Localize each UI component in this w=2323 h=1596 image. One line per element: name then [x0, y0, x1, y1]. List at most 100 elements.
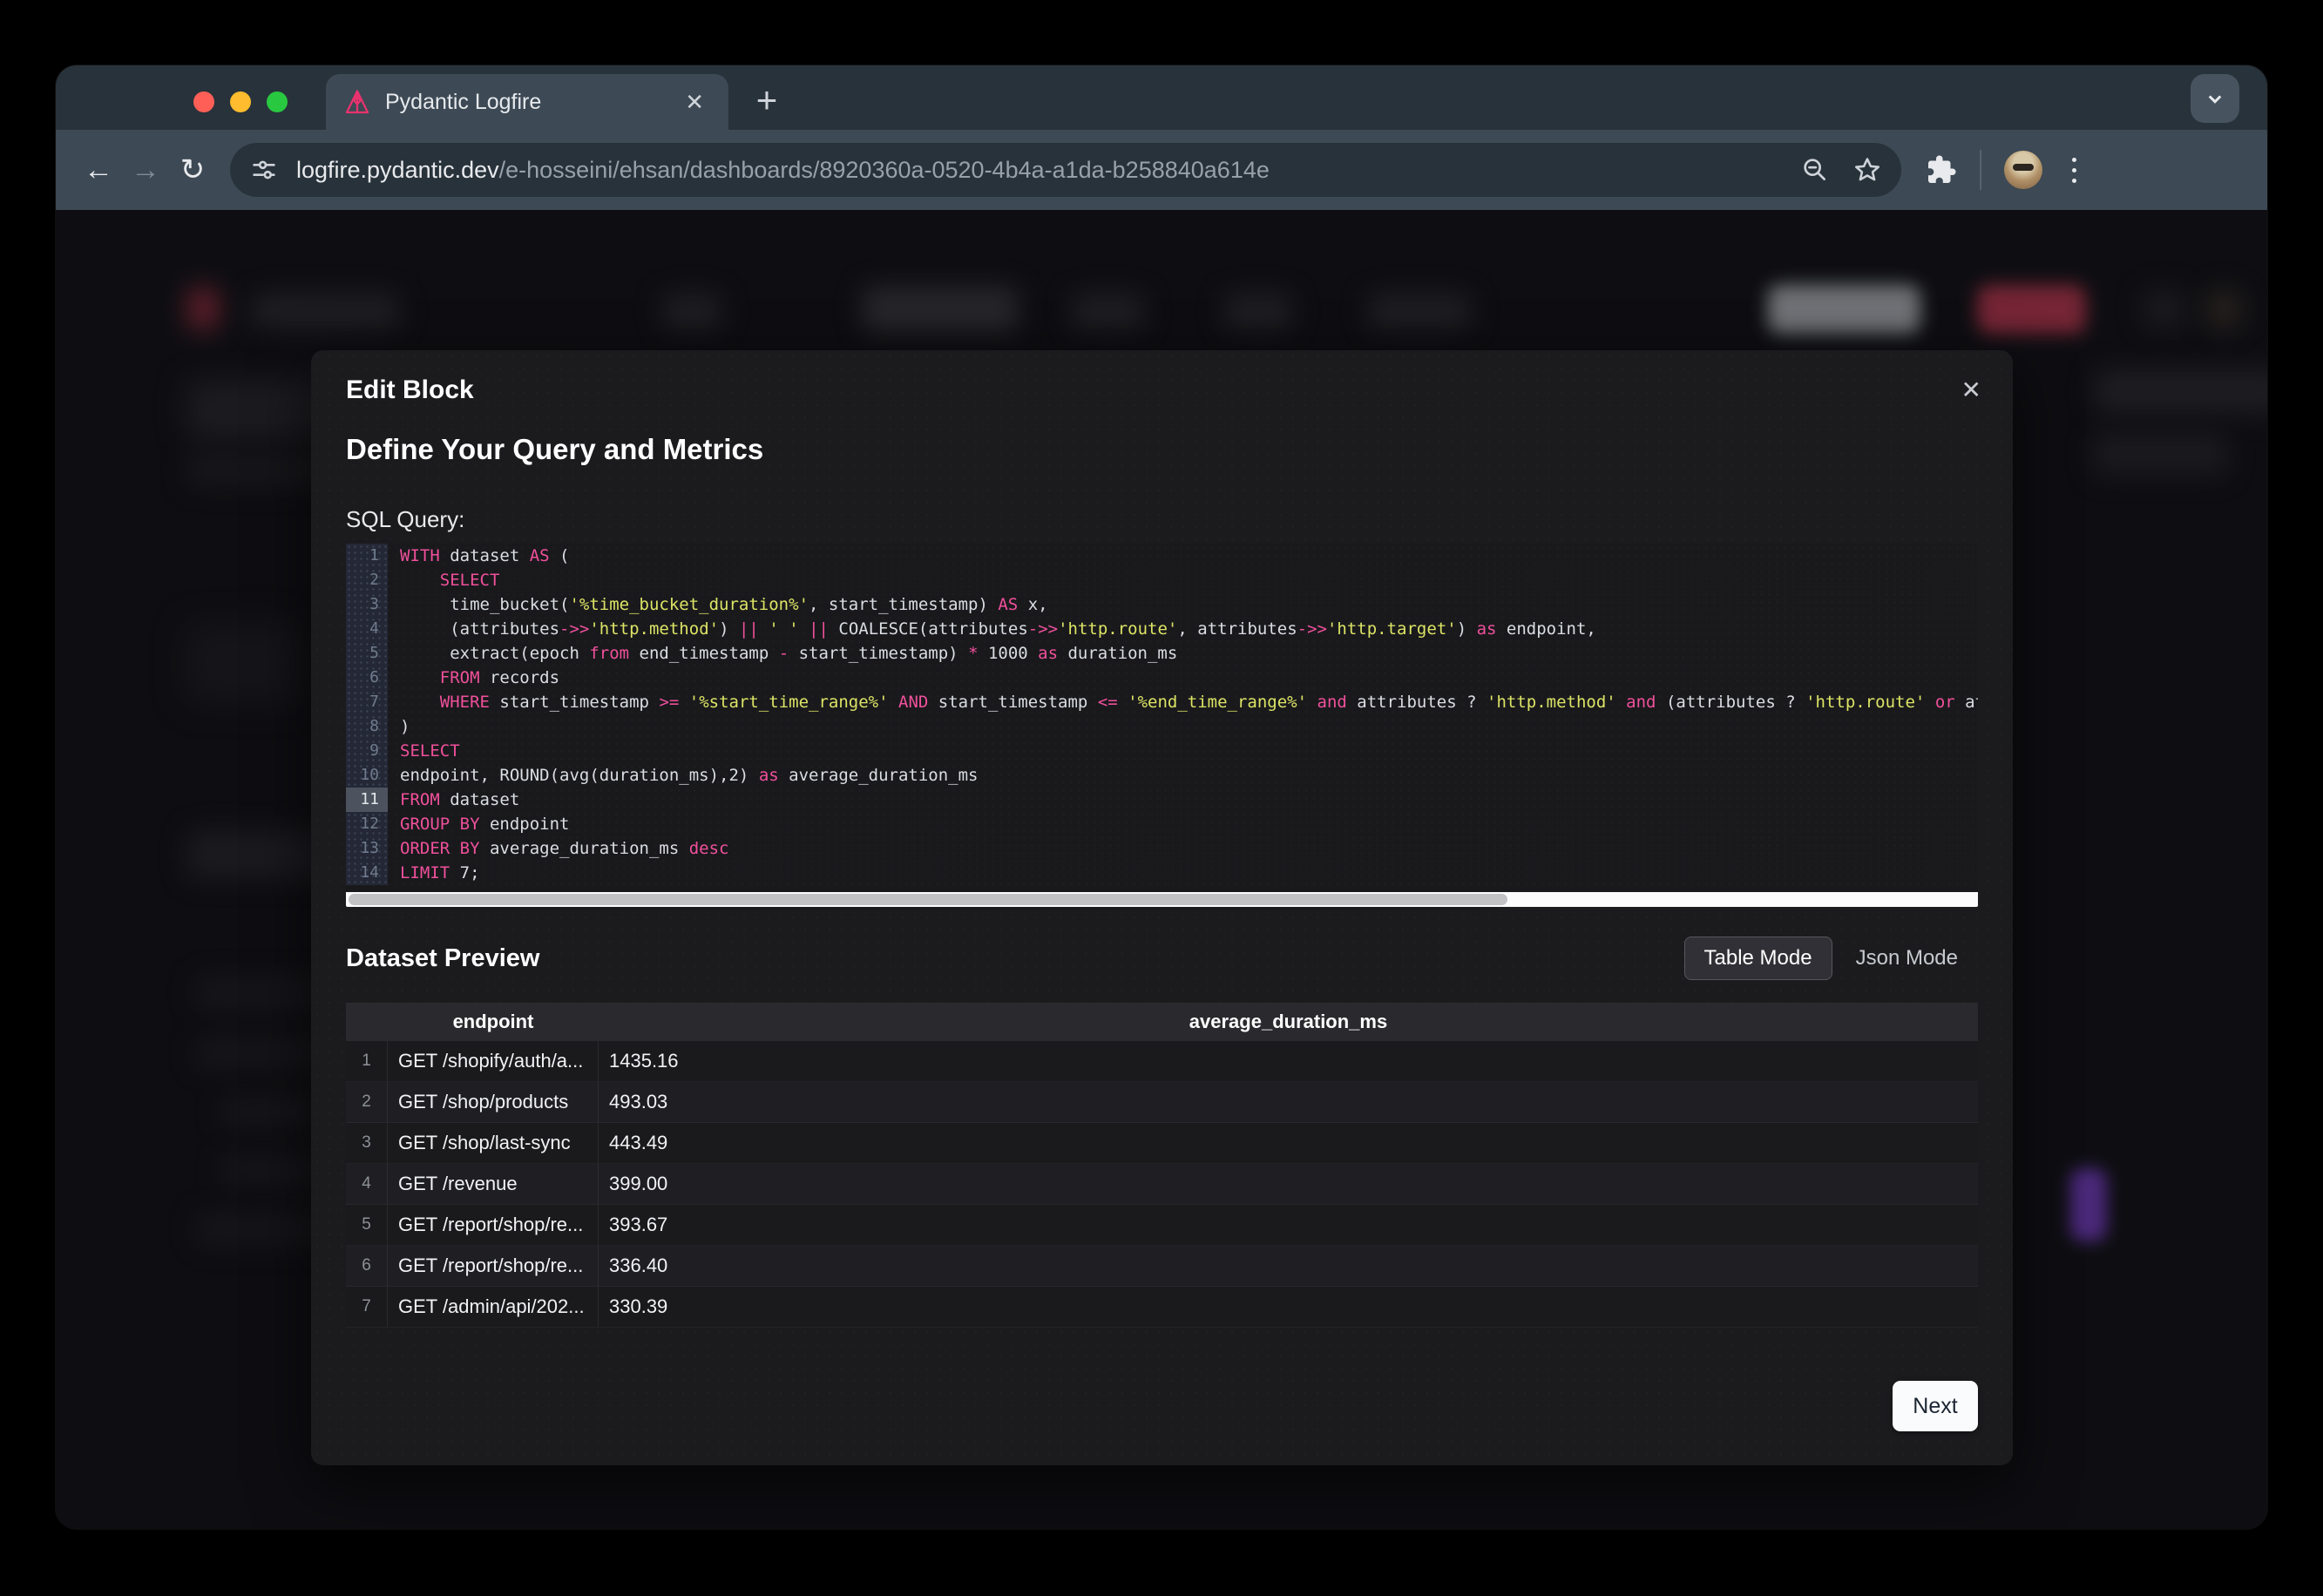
- avg-duration-cell: 1435.16: [599, 1050, 1978, 1072]
- screen: Pydantic Logfire ✕ + ← → ↻ logfire.pydan…: [0, 0, 2323, 1596]
- code-line: 12GROUP BY endpoint: [346, 812, 1978, 836]
- url-path: /e-hosseini/ehsan/dashboards/8920360a-05…: [499, 157, 1270, 183]
- code-line: 9SELECT: [346, 739, 1978, 763]
- line-number: 4: [346, 617, 388, 641]
- endpoint-cell: GET /admin/api/202...: [388, 1287, 599, 1327]
- modal-title: Edit Block: [346, 350, 1978, 406]
- code-text: SELECT: [388, 739, 460, 763]
- code-line: 3 time_bucket('%time_bucket_duration%', …: [346, 592, 1978, 617]
- sql-query-label: SQL Query:: [346, 505, 1978, 533]
- row-number: 7: [346, 1287, 388, 1327]
- extensions-puzzle-icon[interactable]: [1926, 154, 1957, 186]
- tab-close-icon[interactable]: ✕: [678, 87, 711, 118]
- forward-button[interactable]: →: [122, 153, 169, 187]
- code-line: 10endpoint, ROUND(avg(duration_ms),2) as…: [346, 763, 1978, 788]
- line-number: 10: [346, 763, 388, 788]
- dataset-preview-header: Dataset Preview Table Mode Json Mode: [346, 937, 1978, 980]
- sql-editor-lines: 1WITH dataset AS (2 SELECT3 time_bucket(…: [346, 544, 1978, 885]
- browser-tab[interactable]: Pydantic Logfire ✕: [326, 74, 728, 130]
- reload-button[interactable]: ↻: [169, 152, 216, 187]
- next-button[interactable]: Next: [1893, 1381, 1978, 1431]
- table-mode-button[interactable]: Table Mode: [1684, 937, 1832, 980]
- table-row: 3GET /shop/last-sync443.49: [346, 1123, 1978, 1164]
- row-number: 3: [346, 1123, 388, 1163]
- line-number: 9: [346, 739, 388, 763]
- code-line: 8): [346, 714, 1978, 739]
- row-number: 2: [346, 1082, 388, 1122]
- browser-toolbar: ← → ↻ logfire.pydantic.dev/e-hosseini/eh…: [56, 130, 2267, 210]
- avg-duration-cell: 393.67: [599, 1214, 1978, 1236]
- endpoint-cell: GET /shop/last-sync: [388, 1123, 599, 1163]
- tab-search-button[interactable]: [2191, 74, 2239, 123]
- chevron-down-icon: [2202, 85, 2228, 112]
- code-horizontal-scrollbar[interactable]: [346, 892, 1978, 907]
- row-number: 5: [346, 1205, 388, 1245]
- table-row: 2GET /shop/products493.03: [346, 1082, 1978, 1123]
- line-number: 2: [346, 568, 388, 592]
- code-text: FROM records: [388, 666, 559, 690]
- new-tab-button[interactable]: +: [742, 76, 791, 125]
- row-number: 6: [346, 1246, 388, 1286]
- maximize-window-button[interactable]: [267, 91, 288, 112]
- url-text[interactable]: logfire.pydantic.dev/e-hosseini/ehsan/da…: [296, 157, 1800, 184]
- line-number: 12: [346, 812, 388, 836]
- code-text: ORDER BY average_duration_ms desc: [388, 836, 729, 861]
- json-mode-button[interactable]: Json Mode: [1836, 937, 1978, 980]
- code-line: 6 FROM records: [346, 666, 1978, 690]
- avg-duration-cell: 330.39: [599, 1295, 1978, 1318]
- dataset-preview-title: Dataset Preview: [346, 944, 1684, 973]
- table-header-row: endpoint average_duration_ms: [346, 1003, 1978, 1041]
- dataset-preview-table: endpoint average_duration_ms 1GET /shopi…: [346, 1003, 1978, 1328]
- line-number: 11: [346, 788, 388, 812]
- avg-duration-cell: 443.49: [599, 1132, 1978, 1154]
- scrollbar-thumb[interactable]: [349, 894, 1507, 905]
- tab-strip: Pydantic Logfire ✕ +: [56, 65, 2267, 130]
- toolbar-divider: [1980, 150, 1981, 190]
- avg-duration-cell: 493.03: [599, 1091, 1978, 1113]
- code-line: 11FROM dataset: [346, 788, 1978, 812]
- code-text: FROM dataset: [388, 788, 519, 812]
- endpoint-column-header: endpoint: [388, 1011, 599, 1033]
- table-row: 1GET /shopify/auth/a...1435.16: [346, 1041, 1978, 1082]
- zoom-out-icon[interactable]: [1800, 155, 1830, 185]
- row-number: 1: [346, 1041, 388, 1081]
- code-text: SELECT: [388, 568, 499, 592]
- tab-title: Pydantic Logfire: [385, 90, 678, 115]
- window-controls[interactable]: [193, 91, 288, 112]
- address-bar[interactable]: logfire.pydantic.dev/e-hosseini/ehsan/da…: [230, 143, 1901, 197]
- code-line: 5 extract(epoch from end_timestamp - sta…: [346, 641, 1978, 666]
- code-line: 13ORDER BY average_duration_ms desc: [346, 836, 1978, 861]
- browser-window: Pydantic Logfire ✕ + ← → ↻ logfire.pydan…: [56, 65, 2267, 1529]
- minimize-window-button[interactable]: [230, 91, 251, 112]
- code-text: WITH dataset AS (: [388, 544, 570, 568]
- table-body: 1GET /shopify/auth/a...1435.162GET /shop…: [346, 1041, 1978, 1328]
- edit-block-modal: ✕ Edit Block Define Your Query and Metri…: [311, 350, 2013, 1465]
- sql-editor[interactable]: 1WITH dataset AS (2 SELECT3 time_bucket(…: [346, 544, 1978, 892]
- code-text: (attributes->>'http.method') || ' ' || C…: [388, 617, 1596, 641]
- toolbar-right-cluster: [1926, 150, 2083, 190]
- avg-duration-cell: 399.00: [599, 1173, 1978, 1195]
- modal-subtitle: Define Your Query and Metrics: [346, 432, 1978, 467]
- table-row: 7GET /admin/api/202...330.39: [346, 1287, 1978, 1328]
- preview-mode-toggle: Table Mode Json Mode: [1684, 937, 1978, 980]
- endpoint-cell: GET /report/shop/re...: [388, 1205, 599, 1245]
- line-number: 6: [346, 666, 388, 690]
- back-button[interactable]: ←: [75, 153, 122, 187]
- bookmark-star-icon[interactable]: [1852, 155, 1882, 185]
- avg-duration-cell: 336.40: [599, 1254, 1978, 1277]
- line-number: 3: [346, 592, 388, 617]
- line-number: 1: [346, 544, 388, 568]
- modal-close-icon[interactable]: ✕: [1956, 373, 1987, 408]
- profile-avatar[interactable]: [2004, 151, 2042, 189]
- close-window-button[interactable]: [193, 91, 214, 112]
- browser-menu-icon[interactable]: [2065, 154, 2083, 186]
- code-text: ): [388, 714, 410, 739]
- table-row: 6GET /report/shop/re...336.40: [346, 1246, 1978, 1287]
- site-settings-icon[interactable]: [249, 155, 279, 185]
- line-number: 13: [346, 836, 388, 861]
- endpoint-cell: GET /revenue: [388, 1164, 599, 1204]
- table-row: 4GET /revenue399.00: [346, 1164, 1978, 1205]
- endpoint-cell: GET /report/shop/re...: [388, 1246, 599, 1286]
- code-text: LIMIT 7;: [388, 861, 480, 885]
- code-line: 7 WHERE start_timestamp >= '%start_time_…: [346, 690, 1978, 714]
